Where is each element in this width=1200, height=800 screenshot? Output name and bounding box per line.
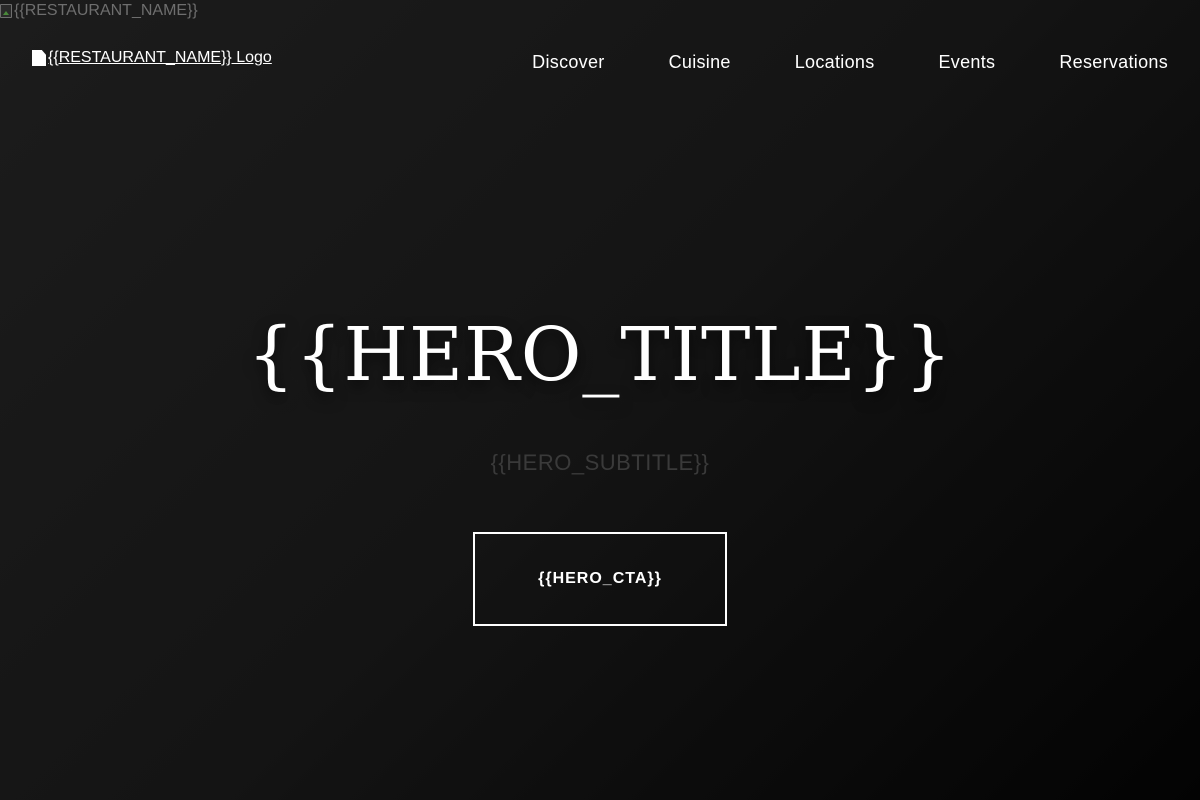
logo-alt-text: {{RESTAURANT_NAME}} Logo <box>48 49 272 66</box>
site-header: {{RESTAURANT_NAME}} Logo Discover Cuisin… <box>0 0 1200 122</box>
hero-title: {{HERO_TITLE}} <box>247 312 953 398</box>
hero-subtitle: {{HERO_SUBTITLE}} <box>490 450 710 475</box>
nav-item-cuisine[interactable]: Cuisine <box>669 50 731 74</box>
nav-item-locations[interactable]: Locations <box>795 50 875 74</box>
nav-item-reservations[interactable]: Reservations <box>1059 50 1168 74</box>
nav-item-events[interactable]: Events <box>939 50 996 74</box>
nav-item-discover[interactable]: Discover <box>532 50 604 74</box>
logo-link[interactable]: {{RESTAURANT_NAME}} Logo <box>32 49 272 67</box>
broken-image-icon <box>32 50 46 66</box>
hero-section: {{HERO_TITLE}} {{HERO_SUBTITLE}} {{HERO_… <box>0 290 1200 626</box>
main-nav: Discover Cuisine Locations Events Reserv… <box>532 50 1168 74</box>
hero-cta-button[interactable]: {{HERO_CTA}} <box>473 532 727 626</box>
